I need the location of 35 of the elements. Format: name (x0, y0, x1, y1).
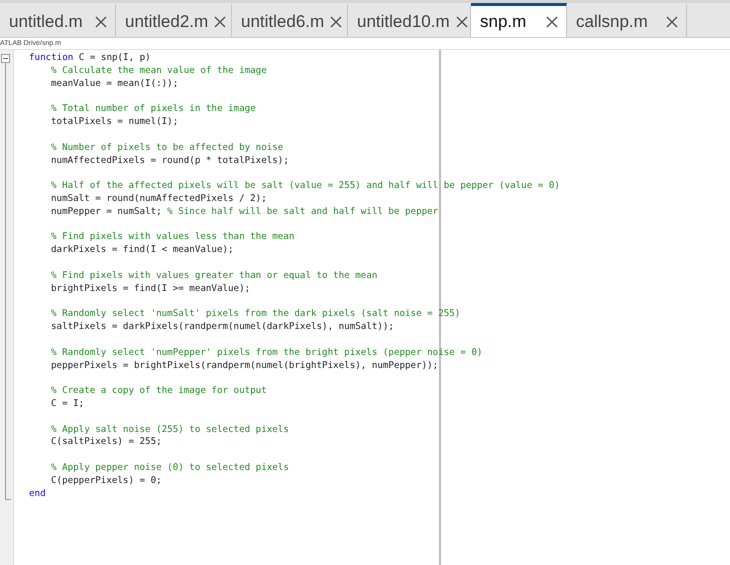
code-comment: % Find pixels with values less than the mean (51, 231, 294, 242)
code-comment: % Apply salt noise (255) to selected pixels (51, 424, 289, 435)
code-text: C(pepperPixels) = 0; (51, 474, 162, 486)
code-text: numPepper = numSalt; (51, 206, 163, 217)
close-icon[interactable] (330, 16, 342, 28)
code-comment: % Apply pepper noise (0) to selected pixels (51, 462, 289, 473)
code-text: C = I; (51, 398, 84, 409)
code-comment: % Find pixels with values greater than or equal to the mean (51, 270, 378, 281)
code-comment: % Randomly select 'numPepper' pixels from the bright pixels (pepper noise = 0) (51, 346, 482, 358)
code-text: numAffectedPixels = round(p * totalPixels); (51, 154, 289, 166)
close-icon[interactable] (456, 16, 468, 28)
code-text: numSalt = round(numAffectedPixels / 2); (51, 192, 267, 204)
code-comment: % Create a copy of the image for output (51, 385, 267, 396)
code-text: C = snp(I, p) (78, 52, 151, 63)
close-icon[interactable] (546, 16, 558, 28)
close-icon[interactable] (214, 16, 226, 28)
code-text: darkPixels = find(I < meanValue); (51, 244, 234, 256)
code-comment: % Number of pixels to be affected by noise (51, 142, 284, 153)
code-text: meanValue = mean(I(:)); (51, 78, 178, 89)
close-icon[interactable] (666, 16, 678, 28)
code-comment: % Since half will be salt and half will be pepper (167, 206, 438, 217)
code-text: C(saltPixels) = 255; (51, 436, 162, 448)
code-text: brightPixels = find(I >= meanValue); (51, 282, 250, 294)
fold-icon[interactable] (1, 54, 10, 63)
code-comment: % Total number of pixels in the image (51, 103, 256, 114)
code-text: totalPixels = numel(I); (51, 116, 178, 128)
editor-tab[interactable]: snp.m (471, 3, 567, 37)
keyword: function (29, 52, 74, 63)
code-comment: % Calculate the mean value of the image (51, 64, 267, 76)
code-text: pepperPixels = brightPixels(randperm(numel(brightPixels), numPepper)); (51, 360, 438, 370)
code-comment: % Randomly select 'numSalt' pixels from the dark pixels (salt noise = 255) (51, 308, 460, 320)
code-text: saltPixels = darkPixels(randperm(numel(darkPixels), numSalt)); (51, 321, 394, 332)
code-comment: % Half of the affected pixels will be salt (value = 255) and half will be pepper (value = 0) (51, 180, 560, 192)
close-icon[interactable] (95, 16, 107, 28)
keyword: end (29, 488, 46, 499)
